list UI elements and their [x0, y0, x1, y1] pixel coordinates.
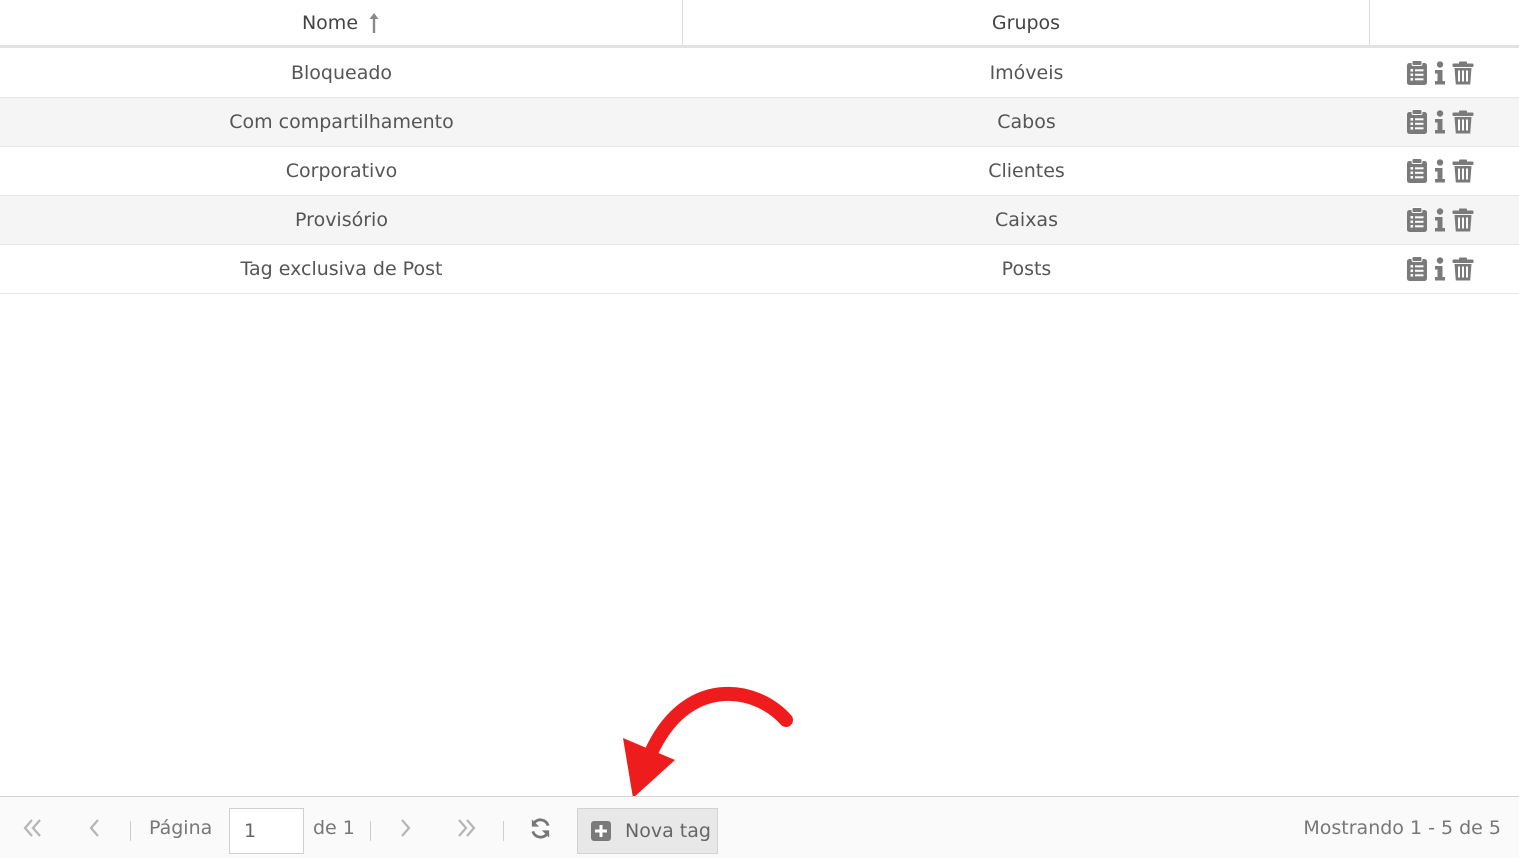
info-button[interactable]	[1434, 257, 1446, 281]
clipboard-list-icon	[1407, 109, 1427, 134]
tag-grid-app: Nome Grupos Bloqueado Imóveis Com compar…	[0, 0, 1519, 858]
trash-button[interactable]	[1452, 208, 1474, 232]
row-name: Com compartilhamento	[229, 111, 454, 133]
row-name: Corporativo	[285, 160, 398, 182]
row-group: Posts	[1001, 258, 1052, 280]
page-label: Página	[149, 817, 213, 839]
table-row[interactable]: Bloqueado Imóveis	[0, 49, 1519, 98]
info-icon	[1435, 257, 1445, 281]
info-button[interactable]	[1434, 208, 1446, 232]
red-arrow-annotation-icon	[615, 680, 795, 809]
double-chevron-right-icon	[458, 819, 476, 837]
info-button[interactable]	[1434, 159, 1446, 183]
chevron-right-icon	[401, 819, 411, 837]
separator	[370, 821, 371, 841]
next-page-button[interactable]	[399, 797, 413, 858]
separator	[503, 821, 504, 841]
trash-icon	[1452, 257, 1474, 281]
clipboard-list-button[interactable]	[1406, 158, 1428, 184]
trash-button[interactable]	[1452, 257, 1474, 281]
info-icon	[1435, 61, 1445, 85]
chevron-left-icon	[89, 819, 99, 837]
row-name: Tag exclusiva de Post	[240, 258, 443, 280]
row-name: Bloqueado	[290, 62, 393, 84]
row-actions	[1370, 207, 1519, 233]
row-actions	[1370, 109, 1519, 135]
row-actions	[1370, 256, 1519, 282]
new-tag-button-label: Nova tag	[625, 820, 711, 842]
clipboard-list-icon	[1407, 256, 1427, 281]
row-group: Imóveis	[989, 62, 1064, 84]
row-actions	[1370, 60, 1519, 86]
first-page-button[interactable]	[22, 797, 44, 858]
column-header-nome-label: Nome	[301, 11, 359, 34]
info-icon	[1435, 159, 1445, 183]
previous-page-button[interactable]	[87, 797, 101, 858]
row-actions	[1370, 158, 1519, 184]
pagination-bar: Página de 1	[0, 796, 1519, 858]
grid-body: Bloqueado Imóveis Com compartilhamento C…	[0, 49, 1519, 294]
clipboard-list-button[interactable]	[1406, 60, 1428, 86]
clipboard-list-icon	[1407, 158, 1427, 183]
column-header-actions	[1370, 0, 1519, 45]
double-chevron-left-icon	[23, 819, 41, 837]
column-header-grupos[interactable]: Grupos	[683, 0, 1370, 45]
column-header-grupos-label: Grupos	[991, 11, 1061, 34]
trash-button[interactable]	[1452, 159, 1474, 183]
refresh-icon	[531, 817, 550, 839]
table-row[interactable]: Com compartilhamento Cabos	[0, 98, 1519, 147]
row-name: Provisório	[295, 209, 388, 231]
table-row[interactable]: Tag exclusiva de Post Posts	[0, 245, 1519, 294]
table-row[interactable]: Provisório Caixas	[0, 196, 1519, 245]
trash-button[interactable]	[1452, 61, 1474, 85]
trash-icon	[1452, 61, 1474, 85]
info-button[interactable]	[1434, 110, 1446, 134]
trash-icon	[1452, 208, 1474, 232]
table-row[interactable]: Corporativo Clientes	[0, 147, 1519, 196]
clipboard-list-button[interactable]	[1406, 207, 1428, 233]
trash-icon	[1452, 159, 1474, 183]
new-tag-button[interactable]: Nova tag	[577, 808, 718, 854]
refresh-button[interactable]	[529, 797, 552, 858]
row-group: Caixas	[995, 209, 1058, 231]
sort-ascending-icon	[368, 12, 380, 34]
plus-square-icon	[591, 821, 611, 841]
trash-icon	[1452, 110, 1474, 134]
page-number-input[interactable]	[229, 808, 304, 854]
trash-button[interactable]	[1452, 110, 1474, 134]
info-icon	[1435, 110, 1445, 134]
clipboard-list-button[interactable]	[1406, 109, 1428, 135]
records-summary: Mostrando 1 - 5 de 5	[1303, 817, 1501, 839]
info-icon	[1435, 208, 1445, 232]
page-total-label: de 1	[313, 817, 355, 839]
clipboard-list-icon	[1407, 207, 1427, 232]
clipboard-list-icon	[1407, 60, 1427, 85]
column-header-nome[interactable]: Nome	[0, 0, 683, 45]
separator	[130, 821, 131, 841]
row-group: Clientes	[988, 160, 1065, 182]
grid-header: Nome Grupos	[0, 0, 1519, 48]
last-page-button[interactable]	[455, 797, 477, 858]
info-button[interactable]	[1434, 61, 1446, 85]
row-group: Cabos	[997, 111, 1056, 133]
clipboard-list-button[interactable]	[1406, 256, 1428, 282]
